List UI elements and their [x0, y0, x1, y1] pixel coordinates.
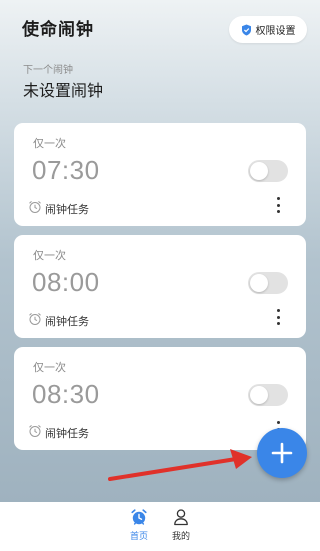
- alarm-toggle[interactable]: [248, 160, 288, 182]
- toggle-knob: [250, 162, 268, 180]
- bottom-tab-bar: 首页 我的: [0, 502, 320, 551]
- alarm-task-link[interactable]: 闹钟任务: [28, 424, 89, 441]
- alarm-toggle[interactable]: [248, 384, 288, 406]
- alarm-task-label: 闹钟任务: [45, 426, 89, 440]
- tab-mine-label: 我的: [171, 532, 190, 542]
- alarm-time: 08:00: [32, 267, 100, 297]
- annotation-arrow-icon: [108, 449, 252, 481]
- more-options-icon[interactable]: [272, 307, 284, 327]
- alarm-task-link[interactable]: 闹钟任务: [28, 200, 89, 217]
- alarm-toggle[interactable]: [248, 272, 288, 294]
- tab-mine[interactable]: 我的: [161, 508, 201, 542]
- alarm-card[interactable]: 仅一次 08:00 闹钟任务: [14, 235, 306, 338]
- alarm-task-link[interactable]: 闹钟任务: [28, 312, 89, 329]
- alarm-task-label: 闹钟任务: [45, 202, 89, 216]
- alarm-frequency: 仅一次: [33, 249, 66, 262]
- add-alarm-button[interactable]: [257, 428, 307, 478]
- alarm-clock-icon: [28, 200, 42, 217]
- alarm-clock-icon: [28, 424, 42, 441]
- alarm-clock-icon: [131, 509, 147, 525]
- next-alarm-label: 下一个闹钟: [23, 65, 73, 76]
- permission-settings-label: 权限设置: [255, 26, 296, 37]
- alarm-task-label: 闹钟任务: [45, 314, 89, 328]
- alarm-time: 07:30: [32, 155, 100, 185]
- person-icon: [174, 509, 188, 526]
- alarm-card[interactable]: 仅一次 07:30 闹钟任务: [14, 123, 306, 226]
- toggle-knob: [250, 274, 268, 292]
- alarm-card[interactable]: 仅一次 08:30 闹钟任务: [14, 347, 306, 450]
- plus-icon: [271, 442, 293, 464]
- alarm-frequency: 仅一次: [33, 361, 66, 374]
- main-screen: 使命闹钟 权限设置 下一个闹钟 未设置闹钟 仅一次 07:30 闹钟任务 仅一次…: [0, 0, 320, 502]
- alarm-time: 08:30: [32, 379, 100, 409]
- tab-home-label: 首页: [129, 532, 148, 542]
- more-options-icon[interactable]: [272, 195, 284, 215]
- alarm-clock-icon: [28, 312, 42, 329]
- toggle-knob: [250, 386, 268, 404]
- tab-home[interactable]: 首页: [119, 508, 159, 542]
- next-alarm-value: 未设置闹钟: [23, 81, 104, 100]
- alarm-frequency: 仅一次: [33, 137, 66, 150]
- permission-settings-button[interactable]: 权限设置: [229, 16, 307, 43]
- shield-icon: [241, 24, 252, 36]
- app-title: 使命闹钟: [22, 20, 94, 40]
